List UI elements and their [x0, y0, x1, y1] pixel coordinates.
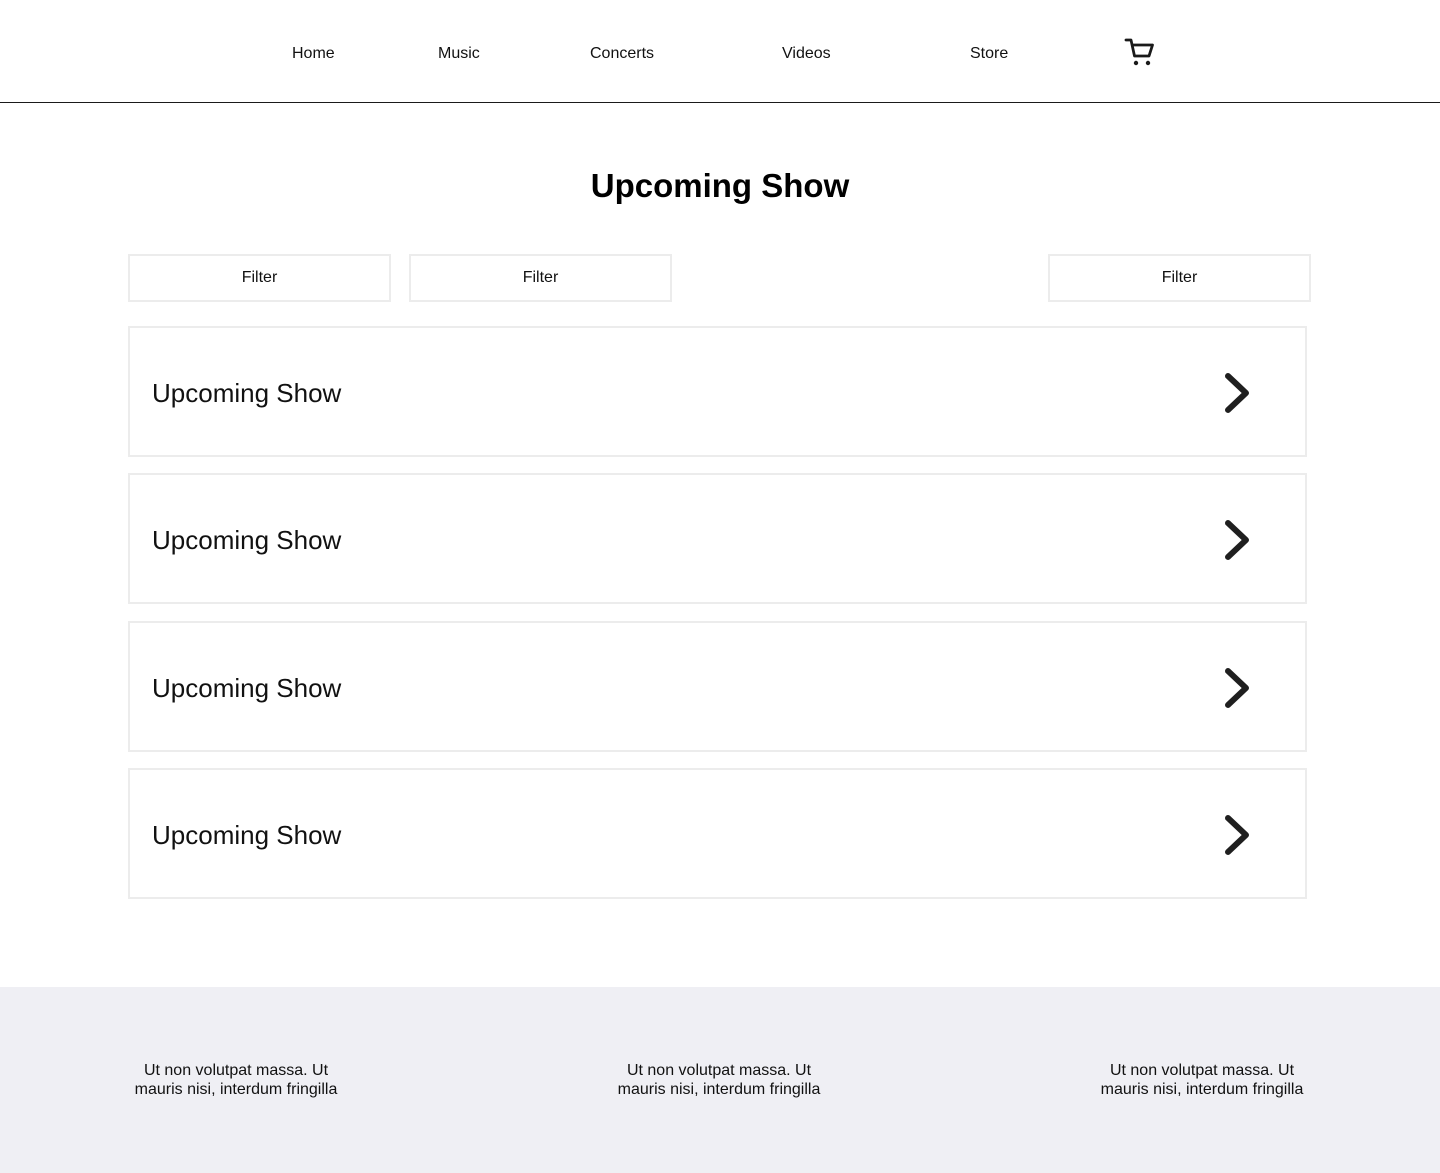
show-title: Upcoming Show [152, 820, 342, 850]
show-title: Upcoming Show [152, 378, 342, 408]
filter-button-1[interactable]: Filter [128, 254, 391, 302]
footer-text-line: mauris nisi, interdum fringilla [1100, 1081, 1304, 1098]
nav-item-concerts[interactable]: Concerts [590, 44, 654, 64]
cart-icon-graphic [1124, 38, 1154, 66]
chevron-right-icon [1225, 668, 1249, 708]
chevron-right-icon [1225, 520, 1249, 560]
page-title: Upcoming Show [590, 167, 850, 204]
footer-text-line: Ut non volutpat massa. Ut [143, 1062, 329, 1079]
footer-text-line: Ut non volutpat massa. Ut [1109, 1062, 1295, 1079]
show-title: Upcoming Show [152, 673, 342, 703]
show-list-item[interactable]: Upcoming Show [128, 621, 1307, 752]
filter-button-2[interactable]: Filter [409, 254, 672, 302]
footer: Ut non volutpat massa. Ut mauris nisi, i… [0, 987, 1440, 1173]
filter-button-3[interactable]: Filter [1048, 254, 1311, 302]
nav-item-videos[interactable]: Videos [782, 44, 831, 64]
nav-item-store[interactable]: Store [970, 44, 1008, 64]
page: Home Music Concerts Videos Store Upcomin… [0, 0, 1440, 1173]
show-list-item[interactable]: Upcoming Show [128, 768, 1307, 899]
chevron-right-icon [1225, 373, 1249, 413]
show-list-item[interactable]: Upcoming Show [128, 473, 1307, 604]
nav-item-home[interactable]: Home [292, 44, 335, 64]
footer-text-line: mauris nisi, interdum fringilla [617, 1081, 821, 1098]
chevron-right-icon [1225, 815, 1249, 855]
footer-text-line: Ut non volutpat massa. Ut [626, 1062, 812, 1079]
footer-text-line: mauris nisi, interdum fringilla [134, 1081, 338, 1098]
cart-icon[interactable] [1124, 36, 1156, 68]
footer-text-column-3: Ut non volutpat massa. Ut mauris nisi, i… [1082, 1061, 1322, 1099]
show-title: Upcoming Show [152, 525, 342, 555]
show-list-item[interactable]: Upcoming Show [128, 326, 1307, 457]
footer-text-column-1: Ut non volutpat massa. Ut mauris nisi, i… [116, 1061, 356, 1099]
nav-item-music[interactable]: Music [438, 44, 480, 64]
top-nav: Home Music Concerts Videos Store [0, 0, 1440, 103]
footer-text-column-2: Ut non volutpat massa. Ut mauris nisi, i… [599, 1061, 839, 1099]
